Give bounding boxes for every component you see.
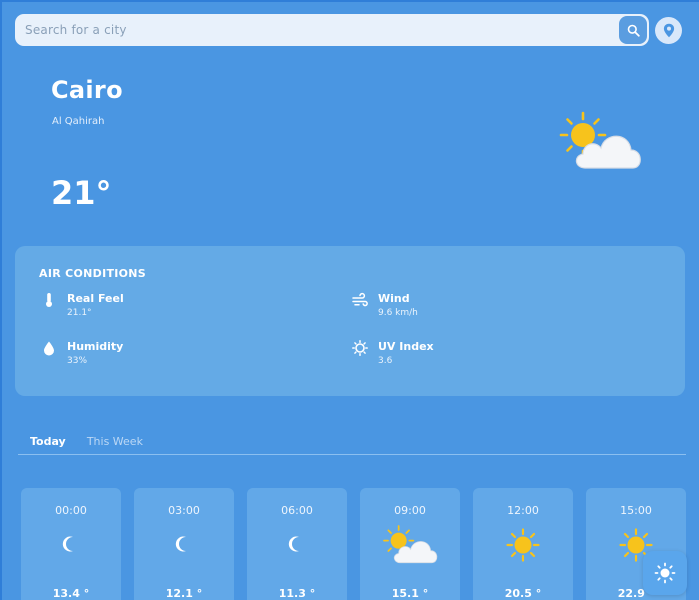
partly-cloudy-day-icon (559, 111, 641, 169)
air-conditions-title: AIR CONDITIONS (39, 267, 147, 280)
partly-cloudy-day-icon (383, 525, 438, 564)
hour-card: 00:00 13.4 ° (21, 488, 121, 600)
theme-toggle-button[interactable] (643, 551, 687, 595)
city-name: Cairo (51, 76, 123, 104)
condition-label: UV Index (378, 340, 434, 353)
hour-card: 09:00 15.1 ° (360, 488, 460, 600)
sun-icon (506, 528, 540, 562)
hour-temperature: 20.5 ° (504, 587, 542, 600)
moon-icon (288, 536, 299, 552)
moon-icon (175, 536, 186, 552)
search-input[interactable]: Search for a city (15, 14, 649, 46)
condition-label: Real Feel (67, 292, 124, 305)
hour-time: 12:00 (507, 504, 539, 517)
hour-card: 06:00 11.3 ° (247, 488, 347, 600)
location-button[interactable] (655, 17, 682, 44)
region-name: Al Qahirah (52, 116, 105, 127)
droplet-icon (44, 341, 54, 356)
condition-label: Wind (378, 292, 410, 305)
air-conditions-panel: AIR CONDITIONS Real Feel 21.1° Wind 9.6 … (15, 246, 685, 396)
hour-temperature: 11.3 ° (278, 587, 316, 600)
tab-today[interactable]: Today (30, 435, 66, 448)
hour-time: 06:00 (281, 504, 313, 517)
condition-label: Humidity (67, 340, 124, 353)
tab-this-week[interactable]: This Week (87, 435, 143, 448)
search-placeholder: Search for a city (25, 23, 127, 37)
moon-icon (62, 536, 73, 552)
location-pin-icon (663, 23, 674, 38)
hour-time: 15:00 (620, 504, 652, 517)
hour-card: 12:00 20.5 ° (473, 488, 573, 600)
thermometer-icon (46, 293, 52, 307)
forecast-tabs: Today This Week (30, 430, 159, 449)
sun-outline-icon (352, 340, 368, 356)
wind-icon (352, 292, 368, 307)
condition-value: 9.6 km/h (378, 308, 418, 318)
sun-theme-icon (654, 562, 676, 584)
search-icon (627, 24, 640, 37)
search-button[interactable] (619, 16, 647, 44)
hour-time: 00:00 (55, 504, 87, 517)
hour-time: 03:00 (168, 504, 200, 517)
hour-temperature: 15.1 ° (391, 587, 429, 600)
condition-value: 33% (67, 356, 88, 366)
tabs-divider (18, 454, 686, 455)
weather-app: Search for a city Cairo Al Qahirah 21° A… (2, 2, 699, 600)
hour-temperature: 13.4 ° (52, 587, 90, 600)
hour-temperature: 12.1 ° (165, 587, 203, 600)
hour-card: 03:00 12.1 ° (134, 488, 234, 600)
condition-value: 3.6 (378, 356, 393, 366)
current-temperature: 21° (51, 174, 112, 212)
condition-value: 21.1° (67, 308, 92, 318)
hour-time: 09:00 (394, 504, 426, 517)
